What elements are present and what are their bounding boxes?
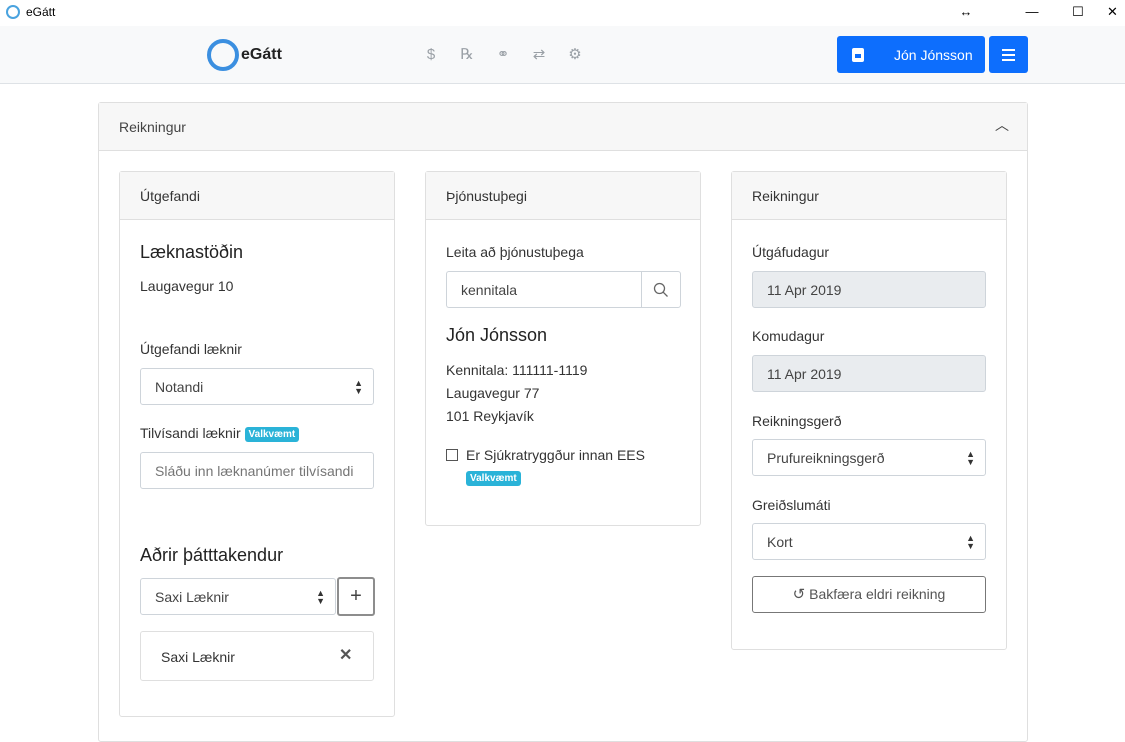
dollar-icon[interactable]: $ bbox=[420, 44, 442, 66]
payment-method-label: Greiðslumáti bbox=[752, 497, 831, 513]
invoice-panel-title: Reikningur bbox=[119, 119, 186, 135]
user-button[interactable]: Jón Jónsson bbox=[837, 36, 985, 73]
user-name: Jón Jónsson bbox=[894, 46, 973, 63]
referring-doctor-label-row: Tilvísandi læknir Valkvæmt bbox=[140, 425, 300, 442]
recipient-name: Jón Jónsson bbox=[446, 325, 548, 345]
minimize-button[interactable]: — bbox=[1012, 0, 1052, 24]
plus-icon: + bbox=[350, 585, 362, 607]
participant-list-item: Saxi Læknir ✕ bbox=[140, 631, 374, 681]
remove-participant-icon[interactable]: ✕ bbox=[339, 645, 352, 665]
referring-doctor-input[interactable] bbox=[140, 452, 374, 489]
select-arrows-icon: ▲ ▼ bbox=[354, 378, 363, 396]
issuing-doctor-label: Útgefandi læknir bbox=[140, 341, 242, 357]
issue-date-value: 11 Apr 2019 bbox=[767, 282, 842, 298]
add-participant-button[interactable]: + bbox=[337, 577, 375, 616]
restore-invoice-button[interactable]: ↺ Bakfæra eldri reikning bbox=[752, 576, 986, 613]
window-title-bar: eGátt ↔ — ☐ ✕ bbox=[0, 0, 1125, 26]
invoice-card-header: Reikningur bbox=[732, 172, 1006, 220]
invoice-panel-header[interactable]: Reikningur ︿ bbox=[99, 103, 1027, 151]
participants-title: Aðrir þátttakendur bbox=[140, 545, 284, 565]
participant-name: Saxi Læknir bbox=[161, 649, 235, 665]
invoice-type-select[interactable]: Prufureikningsgerð ▲ ▼ bbox=[752, 439, 986, 476]
optional-badge: Valkvæmt bbox=[466, 471, 521, 487]
clinic-address: Laugavegur 10 bbox=[140, 278, 234, 294]
top-navbar: eGátt $ ℞ ⚭ ⇄ ⚙ Jón Jónsson bbox=[0, 26, 1125, 84]
pills-icon[interactable]: ⚭ bbox=[492, 44, 514, 66]
participant-select-value: Saxi Læknir bbox=[155, 589, 229, 605]
hamburger-icon-line bbox=[1002, 54, 1015, 56]
select-arrows-icon: ▲ ▼ bbox=[316, 588, 325, 606]
recipient-kennitala: Kennitala: 111111-1119 bbox=[446, 362, 588, 378]
transfer-icon[interactable]: ⇄ bbox=[528, 44, 550, 66]
maximize-button[interactable]: ☐ bbox=[1058, 0, 1098, 24]
select-arrows-icon: ▲ ▼ bbox=[966, 533, 975, 551]
recipient-card: Þjónustuþegi Leita að þjónustuþega kenni… bbox=[425, 171, 701, 526]
payment-method-value: Kort bbox=[767, 534, 793, 550]
invoice-card: Reikningur Útgáfudagur 11 Apr 2019 Komud… bbox=[731, 171, 1007, 650]
issue-date-field: 11 Apr 2019 bbox=[752, 271, 986, 308]
payment-method-select[interactable]: Kort ▲ ▼ bbox=[752, 523, 986, 560]
clinic-name: Læknastöðin bbox=[140, 242, 244, 262]
recipient-search-label: Leita að þjónustuþega bbox=[446, 244, 584, 260]
close-button[interactable]: ✕ bbox=[1100, 0, 1125, 24]
window-title: eGátt bbox=[26, 5, 56, 19]
recipient-search-input[interactable]: kennitala bbox=[446, 271, 642, 308]
app-logo-icon bbox=[6, 5, 20, 19]
search-icon bbox=[653, 282, 668, 297]
brand-ring-icon bbox=[207, 39, 239, 71]
issuer-card: Útgefandi Læknastöðin Laugavegur 10 Útge… bbox=[119, 171, 395, 717]
restore-invoice-label: Bakfæra eldri reikning bbox=[809, 586, 946, 602]
insured-checkbox[interactable] bbox=[446, 449, 458, 461]
arrival-date-value: 11 Apr 2019 bbox=[767, 366, 842, 382]
recipient-search-value: kennitala bbox=[461, 282, 518, 298]
issue-date-label: Útgáfudagur bbox=[752, 244, 830, 260]
recipient-card-header: Þjónustuþegi bbox=[426, 172, 700, 220]
resize-icon[interactable]: ↔ bbox=[946, 0, 986, 24]
undo-icon: ↺ bbox=[792, 586, 806, 603]
issuing-doctor-select[interactable]: Notandi ▲ ▼ bbox=[140, 368, 374, 405]
participant-select[interactable]: Saxi Læknir ▲ ▼ bbox=[140, 578, 336, 615]
arrival-date-field: 11 Apr 2019 bbox=[752, 355, 986, 392]
insured-label: Er Sjúkratryggður innan EES bbox=[466, 447, 645, 463]
brand-name: eGátt bbox=[241, 46, 282, 63]
chevron-up-icon[interactable]: ︿ bbox=[995, 115, 1009, 135]
arrival-date-label: Komudagur bbox=[752, 328, 825, 344]
invoice-type-value: Prufureikningsgerð bbox=[767, 450, 885, 466]
issuing-doctor-value: Notandi bbox=[155, 379, 204, 395]
optional-badge: Valkvæmt bbox=[244, 426, 300, 442]
recipient-address-line1: Laugavegur 77 bbox=[446, 385, 540, 401]
referring-doctor-label: Tilvísandi læknir bbox=[140, 425, 241, 441]
nav-icons: $ ℞ ⚭ ⇄ ⚙ bbox=[420, 44, 586, 66]
brand-logo[interactable]: eGátt bbox=[207, 39, 282, 71]
id-badge-icon bbox=[852, 47, 864, 62]
hamburger-icon bbox=[1002, 49, 1015, 51]
insured-optional-badge-wrap: Valkvæmt bbox=[466, 470, 521, 488]
recipient-search-button[interactable] bbox=[641, 271, 681, 308]
settings-icon[interactable]: ⚙ bbox=[564, 44, 586, 66]
recipient-address-line2: 101 Reykjavík bbox=[446, 408, 534, 424]
hamburger-icon-line bbox=[1002, 59, 1015, 61]
prescription-icon[interactable]: ℞ bbox=[456, 44, 478, 66]
invoice-type-label: Reikningsgerð bbox=[752, 413, 842, 429]
select-arrows-icon: ▲ ▼ bbox=[966, 449, 975, 467]
issuer-card-header: Útgefandi bbox=[120, 172, 394, 220]
menu-button[interactable] bbox=[989, 36, 1028, 73]
